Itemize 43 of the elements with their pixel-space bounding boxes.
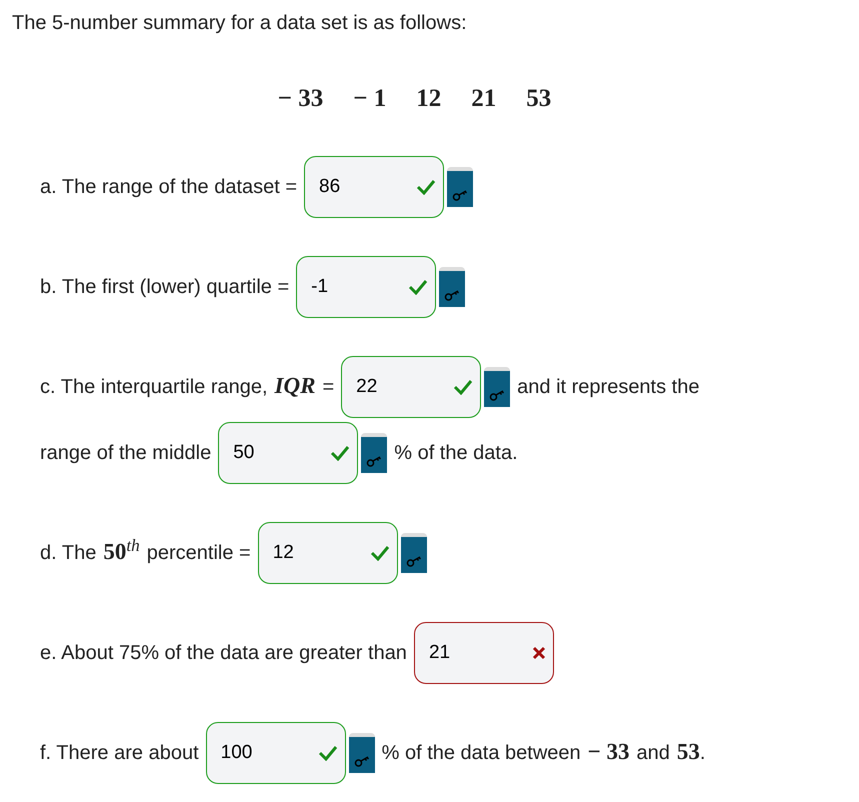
key-icon — [444, 288, 460, 300]
question-text: % of the data. — [394, 440, 518, 466]
answer-field[interactable]: 50 — [218, 422, 358, 484]
question-text: b. The first (lower) quartile = — [40, 274, 290, 300]
question-text: and it represents the — [517, 374, 700, 400]
answer-key-button[interactable] — [484, 366, 510, 406]
summary-value: 12 — [416, 84, 442, 114]
question-text: e. About 75% of the data are greater than — [40, 640, 407, 666]
question-text: f. There are about — [40, 740, 199, 766]
key-icon — [452, 188, 468, 200]
answer-field[interactable]: 100 — [206, 722, 346, 784]
question-text: = — [322, 374, 334, 400]
key-icon — [354, 754, 370, 766]
math-expression: IQR — [274, 372, 316, 400]
answer-key-button[interactable] — [348, 732, 375, 772]
question-text: and — [636, 740, 670, 766]
answer-key-button[interactable] — [439, 266, 466, 306]
question-text: . — [700, 740, 706, 766]
summary-value: − 1 — [353, 84, 386, 114]
summary-value: 21 — [471, 84, 496, 114]
answer-key-button[interactable] — [400, 532, 427, 572]
answer-key-button[interactable] — [447, 166, 474, 206]
answer-key-button[interactable] — [361, 432, 388, 472]
answer-field[interactable]: 22 — [341, 356, 482, 418]
math-expression: 50$^{th}$ — [103, 535, 140, 566]
question-text: a. The range of the dataset = — [40, 174, 298, 200]
question-text: % of the data between — [382, 740, 581, 766]
question-text: range of the middle — [40, 440, 212, 466]
key-icon — [489, 388, 506, 400]
intro-text: The 5-number summary for a data set is as follows: — [12, 11, 468, 36]
key-icon — [406, 554, 422, 566]
answer-field[interactable]: 12 — [258, 522, 398, 584]
math-expression: − 33 — [588, 738, 630, 766]
answer-field[interactable]: 86 — [304, 156, 444, 218]
question-text: d. The — [40, 540, 96, 566]
question-text: percentile = — [146, 540, 251, 566]
key-icon — [366, 454, 382, 466]
question-text: c. The interquartile range, — [40, 374, 268, 400]
answer-field[interactable]: -1 — [296, 256, 436, 318]
math-expression: 53 — [676, 738, 700, 766]
summary-value: 53 — [526, 84, 552, 114]
answer-field[interactable]: 21 — [414, 622, 554, 684]
summary-value: − 33 — [278, 84, 324, 114]
